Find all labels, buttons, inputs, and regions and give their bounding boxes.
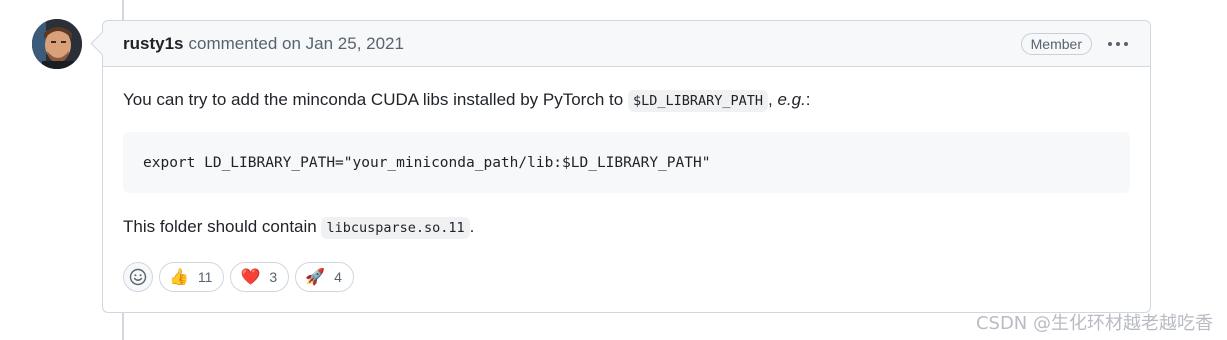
- role-badge: Member: [1020, 32, 1092, 55]
- code-block: export LD_LIBRARY_PATH="your_miniconda_p…: [123, 132, 1130, 193]
- author-name[interactable]: rusty1s: [123, 34, 183, 54]
- reaction-rocket[interactable]: 🚀 4: [295, 262, 354, 292]
- inline-code-libcusparse: libcusparse.so.11: [321, 217, 470, 239]
- smiley-icon: [129, 268, 147, 286]
- comment-body: You can try to add the minconda CUDA lib…: [103, 67, 1150, 292]
- heart-icon: ❤️: [240, 267, 261, 286]
- thumbs-up-icon: 👍: [169, 267, 189, 286]
- watermark: CSDN @生化环材越老越吃香: [975, 313, 1213, 334]
- comment-header: rusty1s commented on Jan 25, 2021 Member: [103, 21, 1150, 67]
- paragraph-2-text: This folder should contain: [123, 217, 317, 236]
- avatar[interactable]: [32, 19, 82, 69]
- reaction-count: 3: [269, 269, 278, 285]
- header-actions: Member: [1020, 32, 1128, 55]
- paragraph-1-text: You can try to add the minconda CUDA lib…: [123, 90, 624, 109]
- comment-timestamp[interactable]: commented on Jan 25, 2021: [188, 34, 403, 54]
- paragraph-1-end: :: [805, 90, 811, 109]
- code-block-text: export LD_LIBRARY_PATH="your_miniconda_p…: [143, 154, 711, 171]
- reaction-heart[interactable]: ❤️ 3: [230, 262, 290, 292]
- paragraph-2-end: .: [469, 217, 475, 236]
- paragraph-1: You can try to add the minconda CUDA lib…: [123, 88, 1130, 113]
- more-options-icon[interactable]: [1108, 41, 1128, 46]
- paragraph-1-emphasis: e.g.: [777, 90, 806, 109]
- paragraph-2: This folder should contain libcusparse.s…: [123, 215, 1130, 240]
- inline-code-ld-library-path: $LD_LIBRARY_PATH: [627, 90, 768, 112]
- comment-box: rusty1s commented on Jan 25, 2021 Member…: [102, 20, 1151, 313]
- reactions-bar: 👍 11 ❤️ 3 🚀 4: [123, 262, 1130, 292]
- reaction-count: 11: [197, 269, 213, 285]
- avatar-image: [32, 19, 82, 69]
- reaction-count: 4: [334, 269, 342, 285]
- rocket-icon: 🚀: [305, 267, 326, 286]
- add-reaction-button[interactable]: [123, 262, 153, 292]
- reaction-thumbs-up[interactable]: 👍 11: [159, 262, 225, 292]
